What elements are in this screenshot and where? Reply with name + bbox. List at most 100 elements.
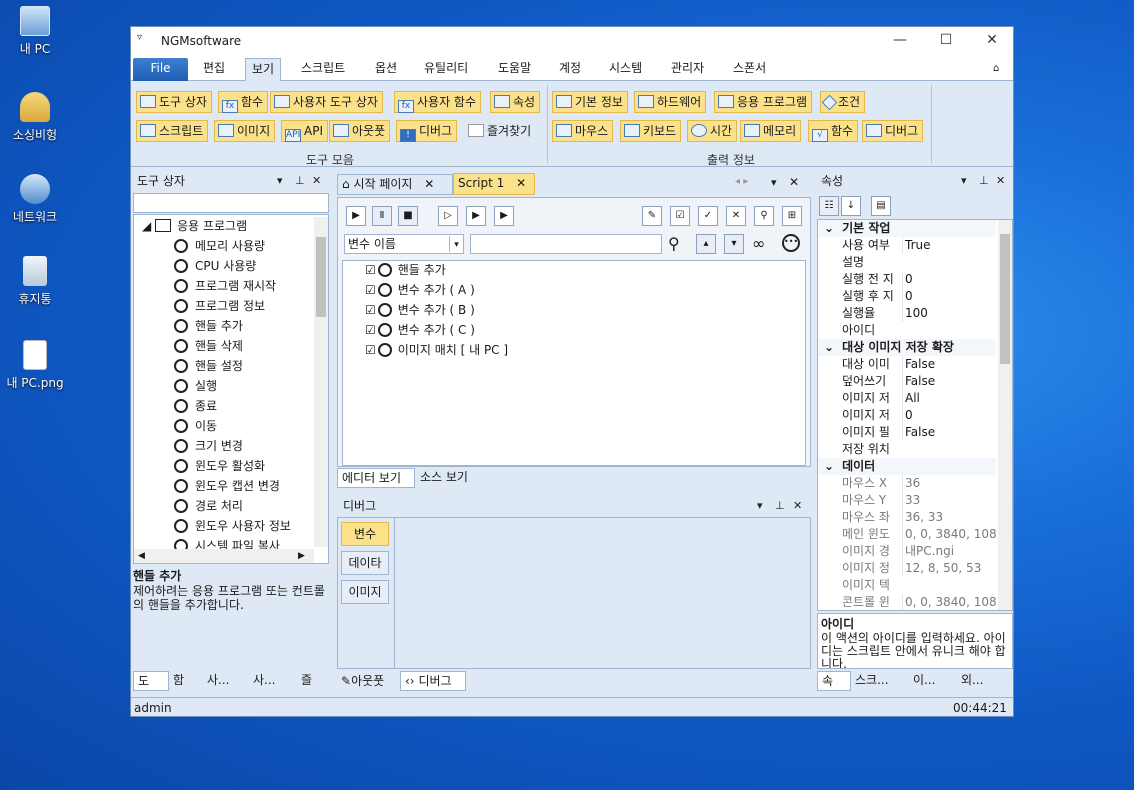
properties-bottom-tab[interactable]: 스크... [851, 671, 907, 691]
tree-item[interactable]: 경로 처리 [174, 496, 243, 516]
search-field-combo[interactable]: 변수 이름 ▾ [344, 234, 464, 254]
tab-source-view[interactable]: 소스 보기 [416, 468, 476, 488]
property-row[interactable]: 저장 위치 [818, 441, 996, 458]
check-all-icon[interactable]: ☑ [670, 206, 690, 226]
property-pages-icon[interactable]: ▤ [871, 196, 891, 216]
property-value[interactable]: 0, 0, 3840, 1080 [902, 594, 996, 610]
desktop-icon-image-file[interactable]: 내 PC.png [4, 340, 66, 391]
debug-data-button[interactable]: 데이타 [341, 551, 389, 575]
ribbon-output-button[interactable]: 아웃풋 [329, 120, 391, 142]
desktop-icon-user[interactable]: 소싱비헝 [4, 92, 66, 143]
property-value[interactable]: False [902, 373, 996, 390]
toolbox-hscrollbar[interactable]: ◀ ▶ [134, 549, 314, 563]
close-tab-icon[interactable]: ✕ [424, 177, 434, 191]
scroll-thumb[interactable] [316, 237, 326, 317]
menu-utility[interactable]: 유틸리티 [418, 58, 474, 81]
toolbox-bottom-tab[interactable]: 사... [249, 671, 297, 691]
scroll-thumb[interactable] [1000, 234, 1010, 364]
ribbon-favorites-button[interactable]: 즐겨찾기 [464, 120, 536, 142]
property-row[interactable]: 덮어쓰기 False [818, 373, 996, 390]
scroll-right-icon[interactable]: ▶ [298, 549, 305, 563]
check-icon[interactable]: ✓ [698, 206, 718, 226]
property-row[interactable]: 마우스 X 36 [818, 475, 996, 492]
close-panel-icon[interactable]: ✕ [312, 171, 321, 191]
property-row[interactable]: 설명 [818, 254, 996, 271]
collapse-icon[interactable]: ◢ [142, 219, 151, 233]
tree-item[interactable]: 크기 변경 [174, 436, 243, 456]
property-row[interactable]: 마우스 Y 33 [818, 492, 996, 509]
pin-icon[interactable]: ⊥ [979, 171, 989, 191]
step-into-icon[interactable]: ▶ [466, 206, 486, 226]
edit-icon[interactable]: ✎ [642, 206, 662, 226]
property-row[interactable]: 실행 후 지 0 [818, 288, 996, 305]
tab-debug[interactable]: ‹› 디버그 [400, 671, 466, 691]
pin-icon[interactable]: ⊥ [775, 496, 785, 516]
step-icon[interactable]: ▷ [438, 206, 458, 226]
tab-output[interactable]: ✎아웃풋 [337, 672, 399, 692]
tab-start-page[interactable]: ⌂ 시작 페이지 ✕ [337, 174, 453, 195]
properties-bottom-tab[interactable]: 이... [909, 671, 955, 691]
property-value[interactable]: True [902, 237, 996, 254]
checkbox-icon[interactable]: ☑ [365, 263, 376, 277]
property-category[interactable]: ⌄ 기본 작업 [818, 220, 996, 237]
toolbox-search-input[interactable] [133, 193, 329, 213]
ribbon-memory-button[interactable]: 메모리 [740, 120, 802, 142]
checkbox-icon[interactable]: ☑ [365, 283, 376, 297]
property-row[interactable]: 실행 전 지 0 [818, 271, 996, 288]
collapse-icon[interactable]: ⌄ [824, 340, 834, 354]
menu-script[interactable]: 스크립트 [295, 58, 351, 81]
quick-access-icon[interactable]: ▿ [137, 32, 142, 43]
ribbon-debug2-button[interactable]: 디버그 [862, 120, 924, 142]
search-icon[interactable]: ⚲ [668, 234, 680, 253]
close-button[interactable]: ✕ [969, 27, 1013, 55]
tab-list-icon[interactable]: ▾ [771, 176, 777, 189]
minimize-button[interactable]: — [877, 27, 923, 55]
tree-item[interactable]: 이동 [174, 416, 217, 436]
dropdown-icon[interactable]: ▾ [757, 496, 763, 516]
ribbon-script-button[interactable]: 스크립트 [136, 120, 209, 142]
toolbox-bottom-tab[interactable]: 함 [169, 671, 203, 691]
toolbox-bottom-tab[interactable]: 즐 [297, 671, 329, 691]
tree-icon[interactable]: ⊞ [782, 206, 802, 226]
delete-icon[interactable]: ✕ [726, 206, 746, 226]
property-value[interactable]: All [902, 390, 996, 407]
property-row[interactable]: 이미지 정 12, 8, 50, 53 [818, 560, 996, 577]
pin-icon[interactable]: ⊥ [295, 171, 305, 191]
property-value[interactable]: 0 [902, 288, 996, 305]
property-row[interactable]: 이미지 필 False [818, 424, 996, 441]
ribbon-application-button[interactable]: 응용 프로그램 [714, 91, 813, 113]
dropdown-icon[interactable]: ▾ [277, 171, 283, 191]
tab-editor-view[interactable]: 에디터 보기 [337, 468, 415, 488]
script-item[interactable]: ☑ 이미지 매치 [ 내 PC ] [365, 340, 508, 360]
ribbon-basic-info-button[interactable]: 기본 정보 [552, 91, 628, 113]
ribbon-api-button[interactable]: API API [281, 120, 328, 142]
ribbon-mouse-button[interactable]: 마우스 [552, 120, 614, 142]
property-row[interactable]: 이미지 저 All [818, 390, 996, 407]
tree-item[interactable]: 프로그램 정보 [174, 296, 265, 316]
property-category[interactable]: ⌄ 대상 이미지 저장 확장 [818, 339, 996, 356]
property-value[interactable]: 100 [902, 305, 996, 322]
ribbon-toolbox-button[interactable]: 도구 상자 [136, 91, 212, 113]
property-row[interactable]: 마우스 좌 36, 33 [818, 509, 996, 526]
property-value[interactable]: 0 [902, 271, 996, 288]
ribbon-function2-button[interactable]: √ 함수 [808, 120, 859, 142]
tree-item[interactable]: 종료 [174, 396, 217, 416]
menu-sponsor[interactable]: 스폰서 [727, 58, 772, 81]
close-editor-icon[interactable]: ✕ [789, 175, 799, 189]
scroll-left-icon[interactable]: ◀ [138, 551, 145, 561]
properties-bottom-tab[interactable]: 속 [817, 671, 851, 691]
script-item[interactable]: ☑ 변수 추가 ( C ) [365, 320, 475, 340]
menu-admin[interactable]: 관리자 [665, 58, 710, 81]
tree-item[interactable]: 핸들 삭제 [174, 336, 243, 356]
ribbon-keyboard-button[interactable]: 키보드 [620, 120, 682, 142]
ribbon-time-button[interactable]: 시간 [687, 120, 738, 142]
menu-file[interactable]: File [133, 58, 188, 81]
ribbon-hardware-button[interactable]: 하드웨어 [634, 91, 707, 113]
chevron-down-icon[interactable]: ▾ [449, 236, 463, 252]
property-row[interactable]: 콘트롤 윈 0, 0, 3840, 1080 [818, 594, 996, 610]
property-row[interactable]: 아이디 [818, 322, 996, 339]
property-value[interactable]: 내PC.ngi [902, 543, 996, 560]
tree-item[interactable]: 핸들 추가 [174, 316, 243, 336]
categorized-icon[interactable]: ☷ [819, 196, 839, 216]
menu-system[interactable]: 시스템 [603, 58, 648, 81]
